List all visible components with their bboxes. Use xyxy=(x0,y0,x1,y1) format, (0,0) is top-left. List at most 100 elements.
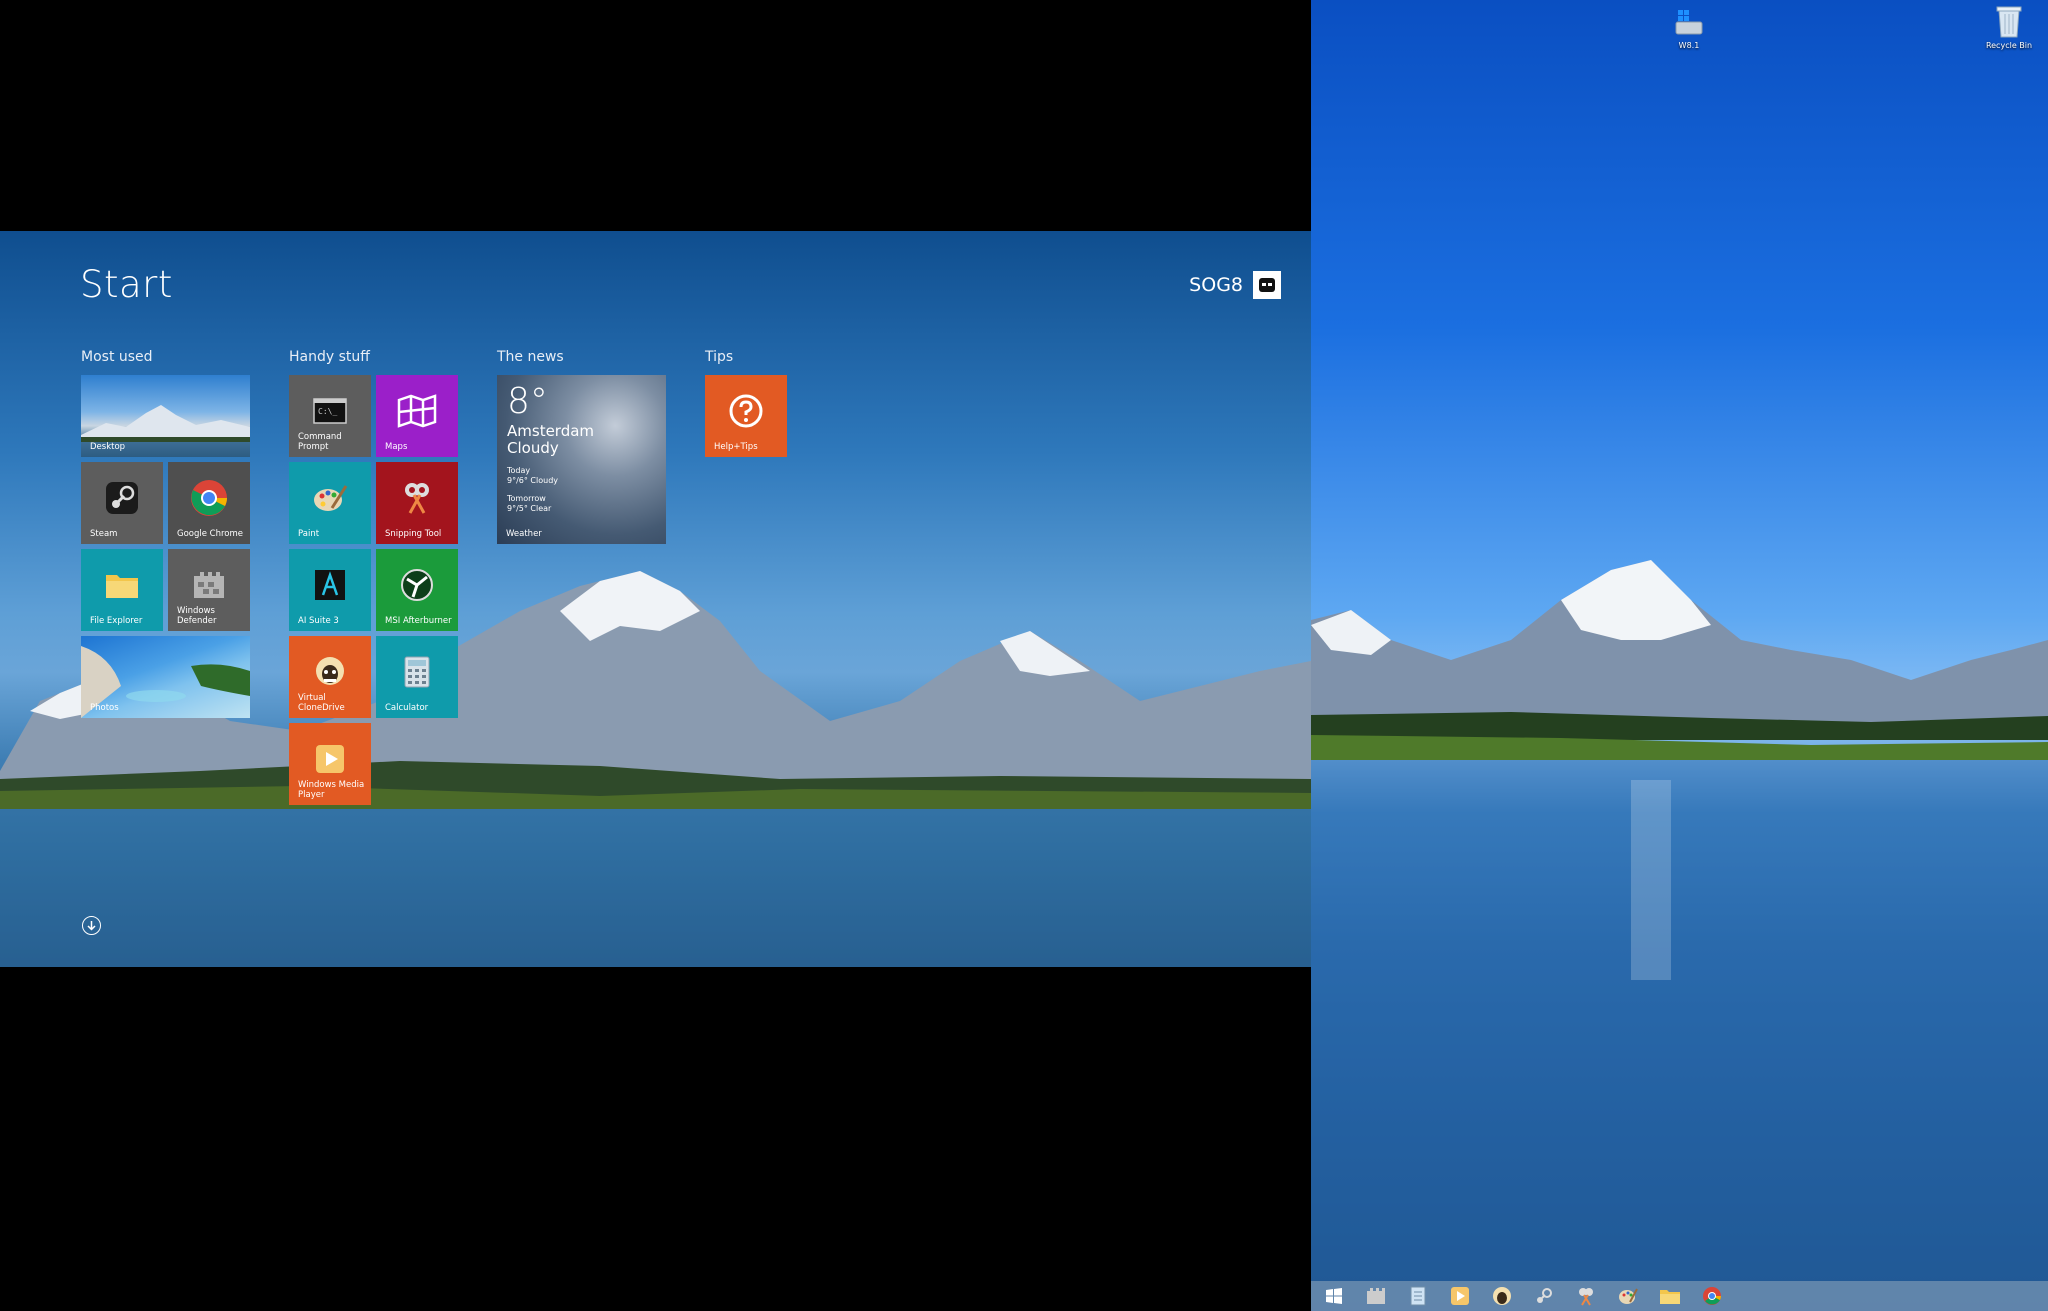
folder-icon xyxy=(1660,1290,1680,1304)
avatar-icon xyxy=(1259,278,1275,292)
castle-wall-icon xyxy=(1367,1288,1385,1304)
group-label-handy-stuff[interactable]: Handy stuff xyxy=(289,349,370,365)
start-title: Start xyxy=(80,263,173,306)
tile-snipping-tool[interactable]: Snipping Tool xyxy=(376,462,458,544)
calculator-icon xyxy=(404,656,430,688)
start-screen: Start SOG8 Most used Handy stuff The new… xyxy=(0,231,1311,967)
notepad-icon xyxy=(1410,1286,1426,1306)
tile-label: Photos xyxy=(90,703,119,713)
tile-label: Steam xyxy=(90,529,118,539)
tile-label: Windows Media Player xyxy=(298,780,365,800)
taskbar-google-chrome[interactable] xyxy=(1697,1282,1727,1310)
tile-google-chrome[interactable]: Google Chrome xyxy=(168,462,250,544)
group-label-most-used[interactable]: Most used xyxy=(81,349,153,365)
weather-tomorrow-label: Tomorrow xyxy=(507,494,546,503)
tile-help-tips[interactable]: Help+Tips xyxy=(705,375,787,457)
desktop-wallpaper xyxy=(1311,560,2048,1311)
left-monitor: Start SOG8 Most used Handy stuff The new… xyxy=(0,0,1311,1311)
tile-file-explorer[interactable]: File Explorer xyxy=(81,549,163,631)
tile-calculator[interactable]: Calculator xyxy=(376,636,458,718)
taskbar-paint[interactable] xyxy=(1613,1282,1643,1310)
tile-paint[interactable]: Paint xyxy=(289,462,371,544)
weather-location: Amsterdam Cloudy xyxy=(507,423,594,457)
tile-label: MSI Afterburner xyxy=(385,616,452,626)
tile-label: File Explorer xyxy=(90,616,143,626)
tile-label: Snipping Tool xyxy=(385,529,442,539)
avatar xyxy=(1253,271,1281,299)
taskbar-steam[interactable] xyxy=(1529,1282,1559,1310)
weather-tomorrow-detail: 9°/5° Clear xyxy=(507,504,552,513)
group-label-tips[interactable]: Tips xyxy=(705,349,733,365)
steam-icon xyxy=(104,480,140,516)
taskbar-virtual-clonedrive[interactable] xyxy=(1487,1282,1517,1310)
tile-windows-media-player[interactable]: Windows Media Player xyxy=(289,723,371,805)
tile-label: Virtual CloneDrive xyxy=(298,693,345,713)
terminal-icon: C:\_ xyxy=(313,398,347,424)
tile-photos[interactable]: Photos xyxy=(81,636,250,718)
sheep-icon xyxy=(312,655,348,689)
tile-steam[interactable]: Steam xyxy=(81,462,163,544)
chrome-icon xyxy=(189,478,229,518)
tile-label: Calculator xyxy=(385,703,429,713)
taskbar-file-explorer[interactable] xyxy=(1655,1282,1685,1310)
tile-msi-afterburner[interactable]: MSI Afterburner xyxy=(376,549,458,631)
user-name: SOG8 xyxy=(1189,274,1243,296)
taskbar-notepad[interactable] xyxy=(1403,1282,1433,1310)
weather-today: Today 9°/6° Cloudy xyxy=(507,466,558,486)
desktop-icon-w81[interactable]: W8.1 xyxy=(1651,6,1727,50)
svg-text:C:\_: C:\_ xyxy=(318,407,337,416)
weather-today-label: Today xyxy=(507,466,531,475)
weather-temperature: 8° xyxy=(507,381,548,422)
castle-wall-icon xyxy=(192,570,226,600)
weather-tomorrow: Tomorrow 9°/5° Clear xyxy=(507,494,551,514)
recycle-bin-icon xyxy=(1996,6,2022,38)
weather-condition: Cloudy xyxy=(507,439,559,457)
palette-icon xyxy=(312,482,348,514)
sheep-icon xyxy=(1493,1287,1511,1305)
right-monitor-desktop: W8.1 Recycle Bin xyxy=(1311,0,2048,1311)
desktop-icon-label: W8.1 xyxy=(1678,41,1700,50)
tile-desktop[interactable]: Desktop xyxy=(81,375,250,457)
taskbar-start-button[interactable] xyxy=(1319,1282,1349,1310)
windows-logo-icon xyxy=(1326,1288,1342,1304)
tile-label: Command Prompt xyxy=(298,432,342,452)
tile-label: Windows Defender xyxy=(177,606,217,626)
taskbar-windows-defender[interactable] xyxy=(1361,1282,1391,1310)
help-icon xyxy=(728,393,764,429)
chrome-icon xyxy=(1703,1287,1721,1305)
tile-label: Paint xyxy=(298,529,320,539)
folder-icon xyxy=(104,569,140,601)
tile-label: Google Chrome xyxy=(177,529,244,539)
media-player-icon xyxy=(1451,1287,1469,1305)
tile-label: Maps xyxy=(385,442,408,452)
palette-icon xyxy=(1619,1288,1638,1304)
desktop-icon-recycle-bin[interactable]: Recycle Bin xyxy=(1971,4,2047,50)
tile-virtual-clonedrive[interactable]: Virtual CloneDrive xyxy=(289,636,371,718)
all-apps-arrow-button[interactable] xyxy=(82,916,101,935)
tile-command-prompt[interactable]: C:\_ Command Prompt xyxy=(289,375,371,457)
afterburner-icon xyxy=(399,567,435,603)
scissors-icon xyxy=(1579,1288,1593,1306)
tile-weather[interactable]: 8° Amsterdam Cloudy Today 9°/6° Cloudy T… xyxy=(497,375,666,544)
tile-label: Desktop xyxy=(90,442,126,452)
computer-drive-icon xyxy=(1675,10,1703,35)
desktop-icon-label: Recycle Bin xyxy=(1985,41,2033,50)
tile-label: AI Suite 3 xyxy=(298,616,339,626)
scissors-icon xyxy=(400,481,434,515)
tile-ai-suite-3[interactable]: AI Suite 3 xyxy=(289,549,371,631)
media-player-icon xyxy=(314,743,346,775)
ai-suite-icon xyxy=(314,569,346,601)
tile-label: Weather xyxy=(506,529,542,539)
tile-maps[interactable]: Maps xyxy=(376,375,458,457)
tile-windows-defender[interactable]: Windows Defender xyxy=(168,549,250,631)
map-icon xyxy=(397,394,437,428)
taskbar-snipping-tool[interactable] xyxy=(1571,1282,1601,1310)
user-account[interactable]: SOG8 xyxy=(1189,271,1281,299)
arrow-down-icon xyxy=(87,921,96,931)
steam-icon xyxy=(1537,1288,1552,1303)
weather-city: Amsterdam xyxy=(507,422,595,440)
taskbar-windows-media-player[interactable] xyxy=(1445,1282,1475,1310)
group-label-the-news[interactable]: The news xyxy=(497,349,564,365)
taskbar xyxy=(1311,1281,2048,1311)
weather-today-detail: 9°/6° Cloudy xyxy=(507,476,559,485)
